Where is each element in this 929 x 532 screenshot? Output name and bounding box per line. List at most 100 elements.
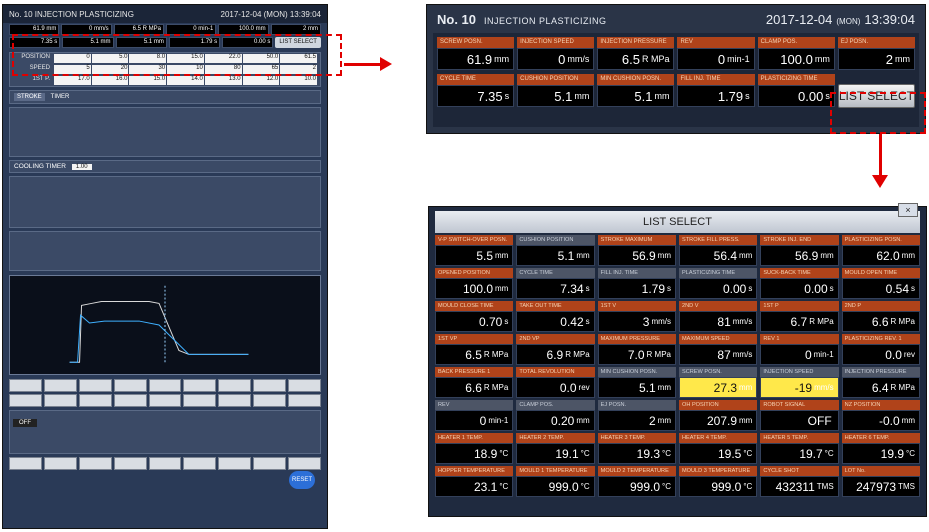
- list-item[interactable]: HOPPER TEMPERATURE 23.1 °C: [435, 466, 514, 497]
- list-item[interactable]: CLAMP POS. 0.20 mm: [516, 400, 595, 431]
- list-item[interactable]: CUSHION POSITION 5.1 mm: [516, 235, 595, 266]
- list-item[interactable]: OPENED POSITION 100.0 mm: [435, 268, 514, 299]
- list-item[interactable]: HEATER 4 TEMP. 19.5 °C: [679, 433, 758, 464]
- monitor-cell[interactable]: INJECTION SPEED 0 mm/s: [517, 37, 595, 74]
- list-item[interactable]: 2ND P 6.6 R MPa: [841, 301, 920, 332]
- function-button[interactable]: [78, 457, 112, 470]
- function-button[interactable]: [288, 394, 322, 407]
- cooling-timer-bar: COOLING TIMER 1.00: [9, 160, 321, 173]
- list-item[interactable]: BACK PRESSURE 1 6.6 R MPa: [435, 367, 514, 398]
- function-button[interactable]: [78, 379, 112, 392]
- function-button[interactable]: [113, 379, 147, 392]
- list-item[interactable]: MOULD 1 TEMPERATURE 999.0 °C: [516, 466, 595, 497]
- list-item[interactable]: LOT No. 247973 TMS: [841, 466, 920, 497]
- stroke-label[interactable]: STROKE: [14, 93, 45, 101]
- list-item[interactable]: HEATER 1 TEMP. 18.9 °C: [435, 433, 514, 464]
- function-button[interactable]: [288, 457, 322, 470]
- list-item[interactable]: 1ST V 3 mm/s: [597, 301, 676, 332]
- list-item[interactable]: EJ POSN. 2 mm: [597, 400, 676, 431]
- list-item[interactable]: TOTAL REVOLUTION 0.0 rev: [516, 367, 595, 398]
- list-item[interactable]: INJECTION SPEED -19 mm/s: [760, 367, 839, 398]
- list-item[interactable]: PLASTICIZING REV. 1 0.0 rev: [841, 334, 920, 365]
- list-item[interactable]: NZ POSITION -0.0 mm: [841, 400, 920, 431]
- list-item[interactable]: OH POSITION 207.9 mm: [679, 400, 758, 431]
- list-item[interactable]: 2ND VP 6.9 R MPa: [516, 334, 595, 365]
- waveform-graph[interactable]: [9, 275, 321, 375]
- list-item[interactable]: HEATER 2 TEMP. 19.1 °C: [516, 433, 595, 464]
- function-button[interactable]: [148, 394, 182, 407]
- list-item[interactable]: MAXIMUM PRESSURE 7.0 R MPa: [597, 334, 676, 365]
- setting-cell[interactable]: 10.0: [280, 76, 317, 85]
- monitor-cell[interactable]: REV 0 min-1: [677, 37, 755, 74]
- list-item[interactable]: STROKE FILL PRESS. 56.4 mm: [679, 235, 758, 266]
- function-button[interactable]: [218, 457, 252, 470]
- setting-cell[interactable]: 14.0: [167, 76, 204, 85]
- setting-cell[interactable]: 15.0: [129, 76, 167, 85]
- monitor-cell[interactable]: PLASTICIZING TIME 0.00 s: [757, 74, 835, 111]
- list-item[interactable]: PLASTICIZING TIME 0.00 s: [679, 268, 758, 299]
- list-item[interactable]: SUCK-BACK TIME 0.00 s: [760, 268, 839, 299]
- list-item[interactable]: INJECTION PRESSURE 6.4 R MPa: [841, 367, 920, 398]
- function-button[interactable]: [78, 394, 112, 407]
- list-item[interactable]: 2ND V 81 mm/s: [679, 301, 758, 332]
- reset-button[interactable]: RESET: [289, 471, 315, 489]
- list-item[interactable]: MOULD 2 TEMPERATURE 999.0 °C: [597, 466, 676, 497]
- list-item[interactable]: REV 1 0 min-1: [760, 334, 839, 365]
- list-item[interactable]: CYCLE SHOT 432311 TMS: [760, 466, 839, 497]
- list-item[interactable]: MAXIMUM SPEED 87 mm/s: [679, 334, 758, 365]
- function-button[interactable]: [148, 457, 182, 470]
- close-button[interactable]: ×: [898, 203, 918, 217]
- cooling-timer-value[interactable]: 1.00: [71, 163, 92, 170]
- monitor-cell[interactable]: MIN CUSHION POSN. 5.1 mm: [597, 74, 675, 111]
- list-item[interactable]: MOULD 3 TEMPERATURE 999.0 °C: [679, 466, 758, 497]
- setting-cell[interactable]: 16.0: [91, 76, 129, 85]
- function-button[interactable]: [183, 379, 217, 392]
- list-item[interactable]: REV 0 min-1: [435, 400, 514, 431]
- function-button[interactable]: [218, 379, 252, 392]
- list-item[interactable]: PLASTICIZING POSN. 62.0 mm: [841, 235, 920, 266]
- function-button[interactable]: [183, 457, 217, 470]
- list-item[interactable]: ROBOT SIGNAL OFF: [760, 400, 839, 431]
- function-button[interactable]: [9, 394, 42, 407]
- list-item[interactable]: CYCLE TIME 7.34 s: [516, 268, 595, 299]
- setting-cell[interactable]: 17.0: [54, 76, 91, 85]
- function-button[interactable]: [43, 457, 77, 470]
- setting-cell[interactable]: 12.0: [242, 76, 280, 85]
- function-button[interactable]: [183, 394, 217, 407]
- list-item[interactable]: STROKE INJ. END 56.9 mm: [760, 235, 839, 266]
- list-item[interactable]: MIN CUSHION POSN. 5.1 mm: [597, 367, 676, 398]
- function-button[interactable]: [43, 394, 77, 407]
- function-button[interactable]: [9, 457, 42, 470]
- monitor-cell[interactable]: CUSHION POSITION 5.1 mm: [517, 74, 595, 111]
- function-button[interactable]: [288, 379, 322, 392]
- function-button[interactable]: [113, 394, 147, 407]
- list-item[interactable]: TAKE OUT TIME 0.42 s: [516, 301, 595, 332]
- monitor-cell[interactable]: CYCLE TIME 7.35 s: [437, 74, 515, 111]
- list-item[interactable]: HEATER 3 TEMP. 19.3 °C: [597, 433, 676, 464]
- function-button[interactable]: [43, 379, 77, 392]
- list-item[interactable]: 1ST P 6.7 R MPa: [760, 301, 839, 332]
- function-button[interactable]: [253, 379, 287, 392]
- list-item[interactable]: SCREW POSN. 27.3 mm: [679, 367, 758, 398]
- list-item[interactable]: V-P SWITCH-OVER POSN. 5.5 mm: [435, 235, 514, 266]
- list-item[interactable]: MOULD CLOSE TIME 0.70 s: [435, 301, 514, 332]
- function-button[interactable]: [9, 379, 42, 392]
- list-item[interactable]: FILL INJ. TIME 1.79 s: [597, 268, 676, 299]
- monitor-cell[interactable]: FILL INJ. TIME 1.79 s: [677, 74, 755, 111]
- monitor-cell[interactable]: CLAMP POS. 100.0 mm: [757, 37, 835, 74]
- list-item[interactable]: MOULD OPEN TIME 0.54 s: [841, 268, 920, 299]
- function-button[interactable]: [218, 394, 252, 407]
- list-item[interactable]: STROKE MAXIMUM 56.9 mm: [597, 235, 676, 266]
- list-item[interactable]: HEATER 5 TEMP. 19.7 °C: [760, 433, 839, 464]
- monitor-cell[interactable]: SCREW POSN. 61.9 mm: [437, 37, 515, 74]
- monitor-cell[interactable]: INJECTION PRESSURE 6.5 R MPa: [597, 37, 675, 74]
- monitor-cell[interactable]: EJ POSN. 2 mm: [837, 37, 915, 74]
- setting-cell[interactable]: 13.0: [204, 76, 242, 85]
- function-button[interactable]: [253, 457, 287, 470]
- list-item[interactable]: 1ST VP 6.5 R MPa: [435, 334, 514, 365]
- list-item[interactable]: HEATER 6 TEMP. 19.9 °C: [841, 433, 920, 464]
- function-button[interactable]: [113, 457, 147, 470]
- function-button[interactable]: [253, 394, 287, 407]
- timer-label[interactable]: TIMER: [51, 94, 70, 100]
- function-button[interactable]: [148, 379, 182, 392]
